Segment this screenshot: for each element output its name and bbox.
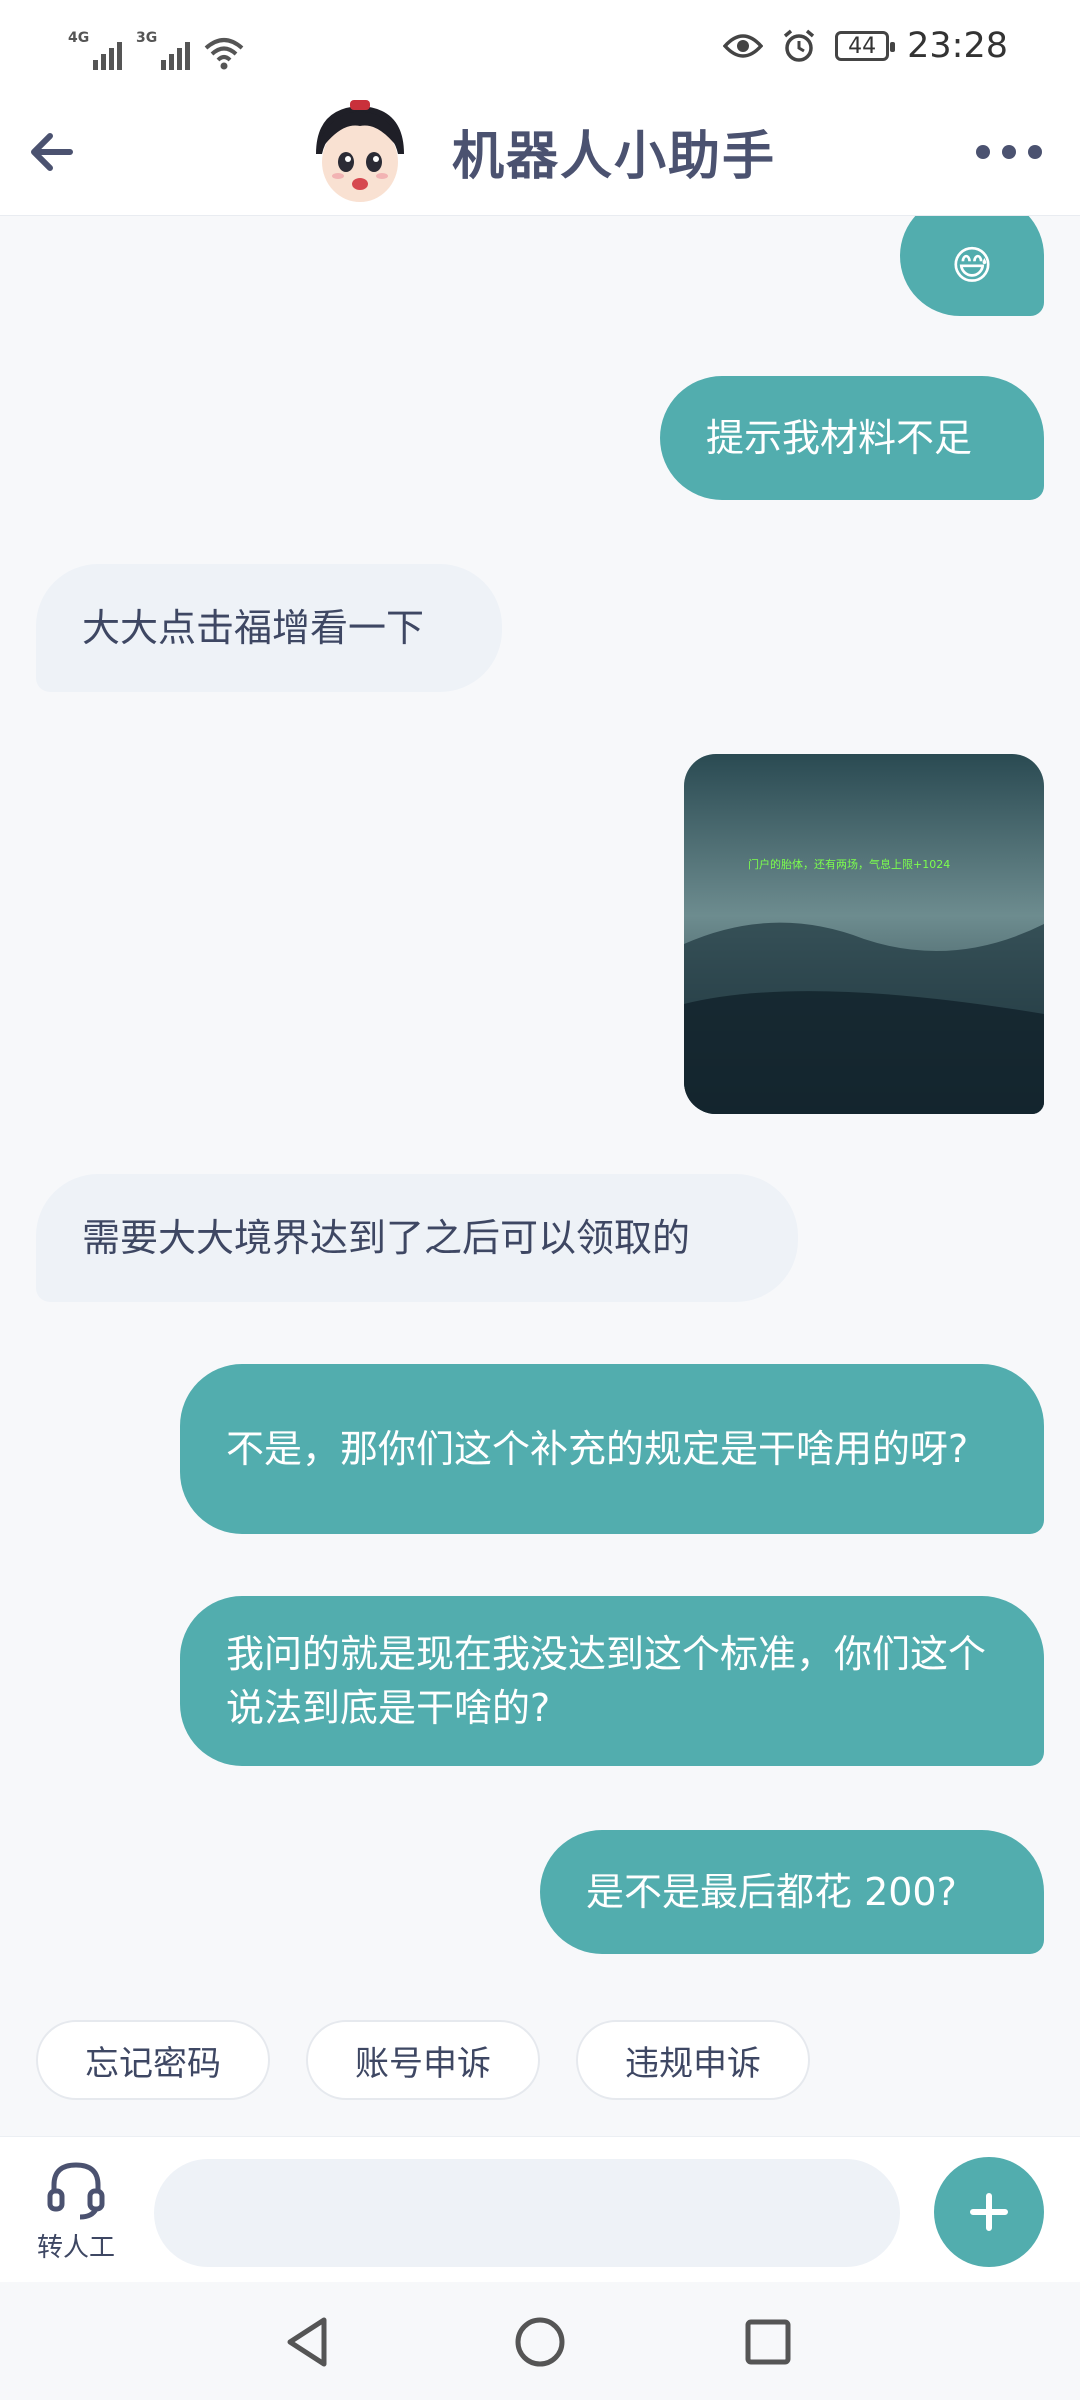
back-button[interactable] xyxy=(24,122,84,182)
message-bubble-bot[interactable]: 大大点击福增看一下 xyxy=(36,564,502,692)
message-text: 是不是最后都花 200? xyxy=(586,1870,957,1914)
alarm-icon xyxy=(784,29,815,62)
chip-label: 忘记密码 xyxy=(85,2043,221,2084)
nav-back-button[interactable] xyxy=(276,2310,340,2374)
network-type-label-2: 3G xyxy=(136,30,158,46)
battery-icon: 44 xyxy=(835,31,896,61)
quick-reply-account-appeal[interactable]: 账号申诉 xyxy=(306,2020,540,2100)
eye-icon xyxy=(723,34,764,58)
status-bar: 4G 3G 44 23:28 xyxy=(0,0,1080,92)
chat-header: 机器人小助手 xyxy=(0,92,1080,216)
more-dot xyxy=(1028,145,1042,159)
message-text: 提示我材料不足 xyxy=(706,416,973,460)
message-image-user[interactable]: 门户的胎体，还有两场，气息上限+1024 xyxy=(684,754,1044,1114)
status-right: 44 23:28 xyxy=(723,26,1008,66)
cell-signal-icon-2: 3G xyxy=(136,30,190,70)
message-bubble-user[interactable]: 不是，那你们这个补充的规定是干啥用的呀? xyxy=(180,1364,1044,1534)
image-caption-text: 门户的胎体，还有两场，气息上限+1024 xyxy=(748,858,951,871)
system-nav-bar xyxy=(0,2282,1080,2400)
quick-reply-violation-appeal[interactable]: 违规申诉 xyxy=(576,2020,810,2100)
chat-messages[interactable]: 😅 提示我材料不足 大大点击福增看一下 门户的胎体，还有两场，气息上限+1024… xyxy=(0,216,1080,2136)
plus-icon xyxy=(970,2193,1008,2231)
bot-avatar[interactable] xyxy=(302,92,418,208)
square-recents-icon xyxy=(745,2319,791,2365)
nav-home-button[interactable] xyxy=(508,2310,572,2374)
nav-recents-button[interactable] xyxy=(736,2310,800,2374)
arrow-left-icon xyxy=(31,133,73,171)
chip-label: 违规申诉 xyxy=(625,2043,761,2084)
more-options-button[interactable] xyxy=(976,132,1050,172)
transfer-to-agent-button[interactable]: 转人工 xyxy=(28,2157,124,2267)
signal-indicators: 4G 3G xyxy=(68,30,244,70)
quick-reply-forgot-password[interactable]: 忘记密码 xyxy=(36,2020,270,2100)
message-text: 大大点击福增看一下 xyxy=(82,606,425,650)
plus-button[interactable] xyxy=(934,2157,1044,2267)
message-bubble-user[interactable]: 提示我材料不足 xyxy=(660,376,1044,500)
message-text: 需要大大境界达到了之后可以领取的 xyxy=(82,1216,691,1260)
message-text: 我问的就是现在我没达到这个标准，你们这个说法到底是干啥的? xyxy=(226,1632,987,1730)
message-input[interactable] xyxy=(154,2159,900,2267)
avatar-image xyxy=(302,92,418,208)
chip-label: 账号申诉 xyxy=(355,2043,491,2084)
message-bubble-bot[interactable]: 需要大大境界达到了之后可以领取的 xyxy=(36,1174,798,1302)
input-bar: 转人工 xyxy=(0,2136,1080,2282)
network-type-label: 4G xyxy=(68,30,90,46)
wifi-icon xyxy=(204,38,244,70)
clock: 23:28 xyxy=(907,26,1008,66)
screenshot-image xyxy=(684,754,1044,1114)
message-bubble-user[interactable]: 😅 xyxy=(900,216,1044,316)
page-title: 机器人小助手 xyxy=(452,127,777,187)
message-bubble-user[interactable]: 是不是最后都花 200? xyxy=(540,1830,1044,1954)
message-bubble-user[interactable]: 我问的就是现在我没达到这个标准，你们这个说法到底是干啥的? xyxy=(180,1596,1044,1766)
transfer-label: 转人工 xyxy=(36,2233,115,2263)
quick-replies: 忘记密码 账号申诉 违规申诉 xyxy=(0,2020,1080,2116)
more-dot xyxy=(1002,145,1016,159)
battery-level: 44 xyxy=(848,33,877,59)
triangle-back-icon xyxy=(287,2317,327,2367)
circle-home-icon xyxy=(515,2317,565,2367)
emoji-text: 😅 xyxy=(951,243,993,289)
more-dots-icon xyxy=(976,145,990,159)
cell-signal-icon: 4G xyxy=(68,30,122,70)
message-text: 不是，那你们这个补充的规定是干啥用的呀? xyxy=(226,1427,969,1471)
headset-icon xyxy=(47,2162,105,2220)
